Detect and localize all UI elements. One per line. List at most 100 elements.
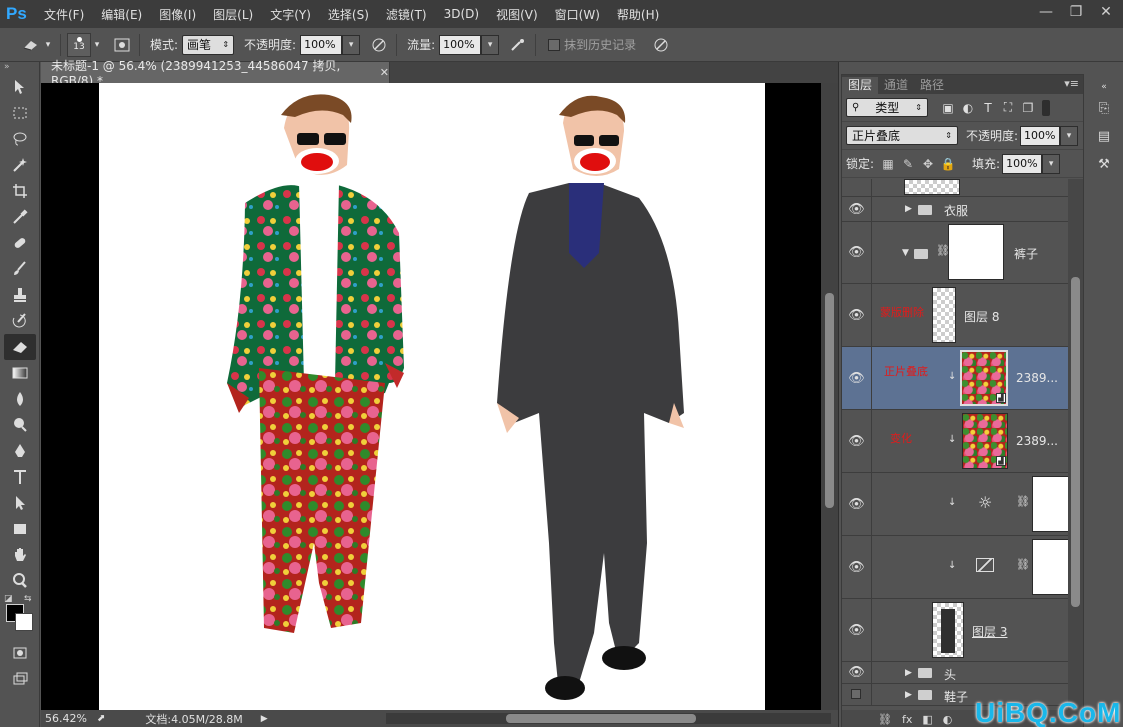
eye-icon[interactable]: 👁: [842, 197, 872, 221]
brush-panel-icon[interactable]: [111, 34, 133, 56]
marquee-tool-icon[interactable]: [4, 100, 36, 126]
screen-mode-icon[interactable]: [4, 666, 36, 692]
mask-thumbnail[interactable]: [1032, 476, 1068, 532]
lock-pixels-icon[interactable]: ✎: [898, 154, 918, 174]
adjustment-layer-row[interactable]: 👁 ↓ ⛓: [842, 536, 1068, 599]
zoom-level[interactable]: 56.42%: [45, 712, 91, 725]
lock-position-icon[interactable]: ✥: [918, 154, 938, 174]
layer-row[interactable]: 👁 变化 ↓ ▟ 2389...: [842, 410, 1068, 473]
expand-arrow-icon[interactable]: ▶: [905, 204, 912, 214]
hidden-checkbox[interactable]: [851, 689, 861, 699]
menu-view[interactable]: 视图(V): [496, 6, 538, 23]
layer-group-head[interactable]: 👁 ▶ 头: [842, 662, 1068, 684]
dodge-tool-icon[interactable]: [4, 412, 36, 438]
properties-panel-icon[interactable]: ▤: [1091, 122, 1117, 150]
brush-preset-dropdown[interactable]: ▾: [91, 35, 103, 55]
menu-type[interactable]: 文字(Y): [270, 6, 311, 23]
crop-tool-icon[interactable]: [4, 178, 36, 204]
eye-icon[interactable]: 👁: [842, 662, 872, 683]
adjustment-layer-icon[interactable]: ◐: [943, 713, 953, 726]
filter-toggle[interactable]: [1042, 99, 1050, 116]
fx-icon[interactable]: fx: [902, 713, 912, 726]
path-selection-tool-icon[interactable]: [4, 490, 36, 516]
menu-3d[interactable]: 3D(D): [444, 7, 479, 21]
clone-stamp-tool-icon[interactable]: [4, 282, 36, 308]
canvas-horizontal-scrollbar[interactable]: [386, 713, 831, 724]
canvas-horizontal-scroll-thumb[interactable]: [506, 714, 696, 723]
blur-tool-icon[interactable]: [4, 386, 36, 412]
menu-file[interactable]: 文件(F): [44, 6, 84, 23]
adjustment-filter-icon[interactable]: ◐: [958, 98, 978, 118]
mask-thumbnail[interactable]: [948, 224, 1004, 280]
eye-icon[interactable]: 👁: [842, 599, 872, 661]
menu-edit[interactable]: 编辑(E): [101, 6, 142, 23]
rectangle-tool-icon[interactable]: [4, 516, 36, 542]
magic-wand-tool-icon[interactable]: [4, 152, 36, 178]
tab-channels[interactable]: 通道: [878, 77, 914, 94]
lock-all-icon[interactable]: 🔒: [938, 154, 958, 174]
menu-window[interactable]: 窗口(W): [555, 6, 600, 23]
opacity-dropdown[interactable]: ▾: [342, 34, 361, 55]
layer-thumbnail[interactable]: [932, 287, 956, 343]
export-icon[interactable]: ⬈: [97, 713, 105, 724]
collapse-grip-icon[interactable]: «: [1091, 80, 1117, 94]
layer-row[interactable]: 👁 蒙版删除 图层 8: [842, 284, 1068, 347]
panel-menu-icon[interactable]: ▾≡: [1064, 77, 1079, 90]
layers-scroll-thumb[interactable]: [1071, 277, 1080, 607]
history-brush-tool-icon[interactable]: [4, 308, 36, 334]
menu-image[interactable]: 图像(I): [159, 6, 196, 23]
type-tool-icon[interactable]: [4, 464, 36, 490]
layer-row-selected[interactable]: 👁 正片叠底 ↓ ▟ 2389...: [842, 347, 1068, 410]
eye-icon[interactable]: 👁: [842, 473, 872, 535]
default-colors-icon[interactable]: ◪: [4, 594, 13, 604]
blend-mode-select[interactable]: 正片叠底 ⇕: [846, 126, 958, 145]
minimize-icon[interactable]: —: [1037, 4, 1055, 20]
fill-input[interactable]: 100%: [1002, 153, 1043, 174]
eye-icon[interactable]: 👁: [842, 284, 872, 346]
opacity-input[interactable]: 100%: [300, 34, 343, 55]
shape-filter-icon[interactable]: ⛶: [998, 98, 1018, 118]
tool-presets-icon[interactable]: ⚒: [1091, 150, 1117, 178]
menu-help[interactable]: 帮助(H): [617, 6, 659, 23]
toolbox-grip-icon[interactable]: »: [0, 62, 39, 74]
flow-input[interactable]: 100%: [439, 34, 482, 55]
filter-kind-select[interactable]: ⚲ 类型 ⇕: [846, 98, 928, 117]
eyedropper-tool-icon[interactable]: [4, 204, 36, 230]
eye-icon[interactable]: 👁: [842, 410, 872, 472]
pixel-filter-icon[interactable]: ▣: [938, 98, 958, 118]
tab-layers[interactable]: 图层: [842, 77, 879, 94]
menu-filter[interactable]: 滤镜(T): [386, 6, 427, 23]
close-icon[interactable]: ✕: [1097, 4, 1115, 20]
type-filter-icon[interactable]: T: [978, 98, 998, 118]
layer-group-pants[interactable]: 👁 ▼ ⛓ 裤子: [842, 222, 1068, 284]
zoom-tool-icon[interactable]: [4, 568, 36, 594]
expand-arrow-icon[interactable]: ▶: [905, 690, 912, 700]
canvas-vertical-scrollbar[interactable]: [821, 83, 838, 710]
tool-preset-dropdown[interactable]: ▾: [42, 35, 54, 55]
tab-paths[interactable]: 路径: [914, 77, 950, 94]
healing-brush-tool-icon[interactable]: [4, 230, 36, 256]
menu-layer[interactable]: 图层(L): [213, 6, 253, 23]
quick-mask-icon[interactable]: [4, 640, 36, 666]
lasso-tool-icon[interactable]: [4, 126, 36, 152]
adjustment-layer-row[interactable]: 👁 ↓ ☼ ⛓: [842, 473, 1068, 536]
visibility-toggle[interactable]: [842, 684, 872, 705]
canvas-vertical-scroll-thumb[interactable]: [825, 293, 834, 508]
flow-dropdown[interactable]: ▾: [481, 34, 500, 55]
collapse-arrow-icon[interactable]: ▼: [902, 248, 909, 258]
link-layers-icon[interactable]: ⛓: [878, 713, 892, 726]
pressure-opacity-icon[interactable]: [368, 34, 390, 56]
eye-icon[interactable]: 👁: [842, 536, 872, 598]
document-tab[interactable]: 未标题-1 @ 56.4% (2389941253_44586047 拷贝, R…: [41, 59, 390, 88]
document-canvas[interactable]: [99, 83, 765, 710]
layers-vertical-scrollbar[interactable]: [1068, 179, 1083, 710]
add-mask-icon[interactable]: ◧: [922, 713, 932, 726]
gradient-tool-icon[interactable]: [4, 360, 36, 386]
mask-thumbnail[interactable]: [1032, 539, 1068, 595]
eraser-tool-icon[interactable]: [4, 334, 36, 360]
mode-select[interactable]: 画笔 ⇕: [182, 34, 235, 55]
close-tab-icon[interactable]: ✕: [380, 66, 389, 79]
background-color-swatch[interactable]: [15, 613, 33, 631]
pressure-size-icon[interactable]: [650, 34, 672, 56]
fill-dropdown[interactable]: ▾: [1042, 153, 1061, 174]
